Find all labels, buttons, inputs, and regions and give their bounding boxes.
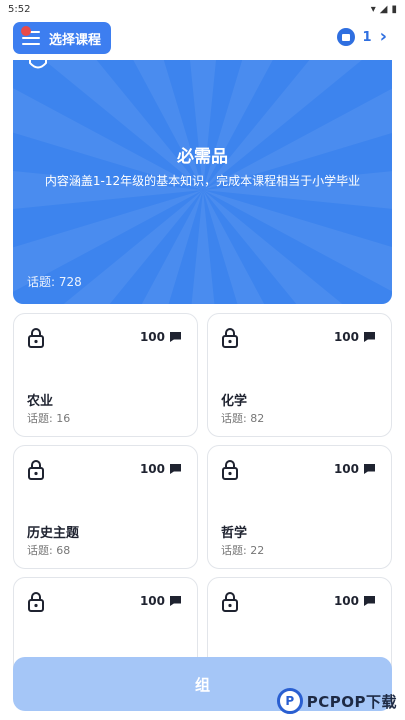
wifi-icon: ▾ (370, 3, 376, 15)
points-badge: 100 (334, 462, 375, 476)
points-value: 100 (139, 594, 165, 608)
flag-icon (364, 464, 375, 474)
course-name: 化学 (221, 394, 248, 409)
points-value: 100 (333, 462, 359, 476)
top-bar: 选择课程 1 › (0, 18, 405, 60)
watermark: P PCPOP下载 (276, 688, 397, 714)
course-select-label: 选择课程 (49, 32, 102, 48)
points-badge: 100 (140, 594, 181, 608)
lock-icon (222, 592, 238, 612)
group-button-label: 组 (194, 675, 210, 694)
points-value: 100 (139, 330, 165, 344)
notification-dot (21, 26, 31, 36)
points-value: 100 (139, 462, 165, 476)
shield-icon (29, 60, 47, 69)
hero-description: 内容涵盖1-12年级的基本知识，完成本课程相当于小学毕业 (44, 174, 361, 188)
pcpop-logo-icon: P (276, 688, 303, 714)
flag-icon (170, 464, 181, 474)
points-value: 100 (333, 594, 359, 608)
points-badge: 100 (334, 330, 375, 344)
flag-icon (364, 596, 375, 606)
status-icons: ▾ ◢ ▮ (371, 4, 397, 15)
hero-topic-count: 话题: 728 (27, 275, 82, 289)
hero-title: 必需品 (177, 147, 228, 167)
message-counter[interactable]: 1 › (336, 26, 387, 47)
flag-icon (170, 596, 181, 606)
course-name: 农业 (27, 394, 54, 409)
lock-icon (222, 328, 238, 348)
lock-icon (28, 460, 44, 480)
course-topic-count: 话题: 68 (27, 544, 71, 557)
lock-icon (28, 592, 44, 612)
battery-icon: ▮ (391, 3, 397, 15)
message-count: 1 (362, 29, 372, 45)
points-value: 100 (333, 330, 359, 344)
course-hero-card[interactable]: 必需品 内容涵盖1-12年级的基本知识，完成本课程相当于小学毕业 话题: 728 (13, 60, 392, 304)
course-name: 哲学 (221, 526, 248, 541)
signal-icon: ◢ (379, 3, 388, 15)
course-topic-count: 话题: 82 (221, 412, 265, 425)
points-badge: 100 (140, 462, 181, 476)
course-topic-count: 话题: 22 (221, 544, 265, 557)
chevron-right-icon: › (379, 26, 387, 47)
lock-icon (222, 460, 238, 480)
course-card[interactable]: 100 哲学 话题: 22 (207, 445, 392, 569)
flag-icon (364, 332, 375, 342)
course-topic-count: 话题: 16 (27, 412, 71, 425)
status-bar: 5:52 ▾ ◢ ▮ (0, 0, 405, 18)
watermark-text: PCPOP下载 (306, 692, 397, 711)
lock-icon (28, 328, 44, 348)
course-card[interactable]: 100 历史主题 话题: 68 (13, 445, 198, 569)
points-badge: 100 (140, 330, 181, 344)
flag-icon (170, 332, 181, 342)
course-card[interactable]: 100 农业 话题: 16 (13, 313, 198, 437)
course-name: 历史主题 (27, 526, 80, 541)
chat-icon (336, 28, 355, 46)
course-select-button[interactable]: 选择课程 (13, 22, 111, 54)
status-time: 5:52 (8, 3, 31, 15)
course-card[interactable]: 100 化学 话题: 82 (207, 313, 392, 437)
points-badge: 100 (334, 594, 375, 608)
